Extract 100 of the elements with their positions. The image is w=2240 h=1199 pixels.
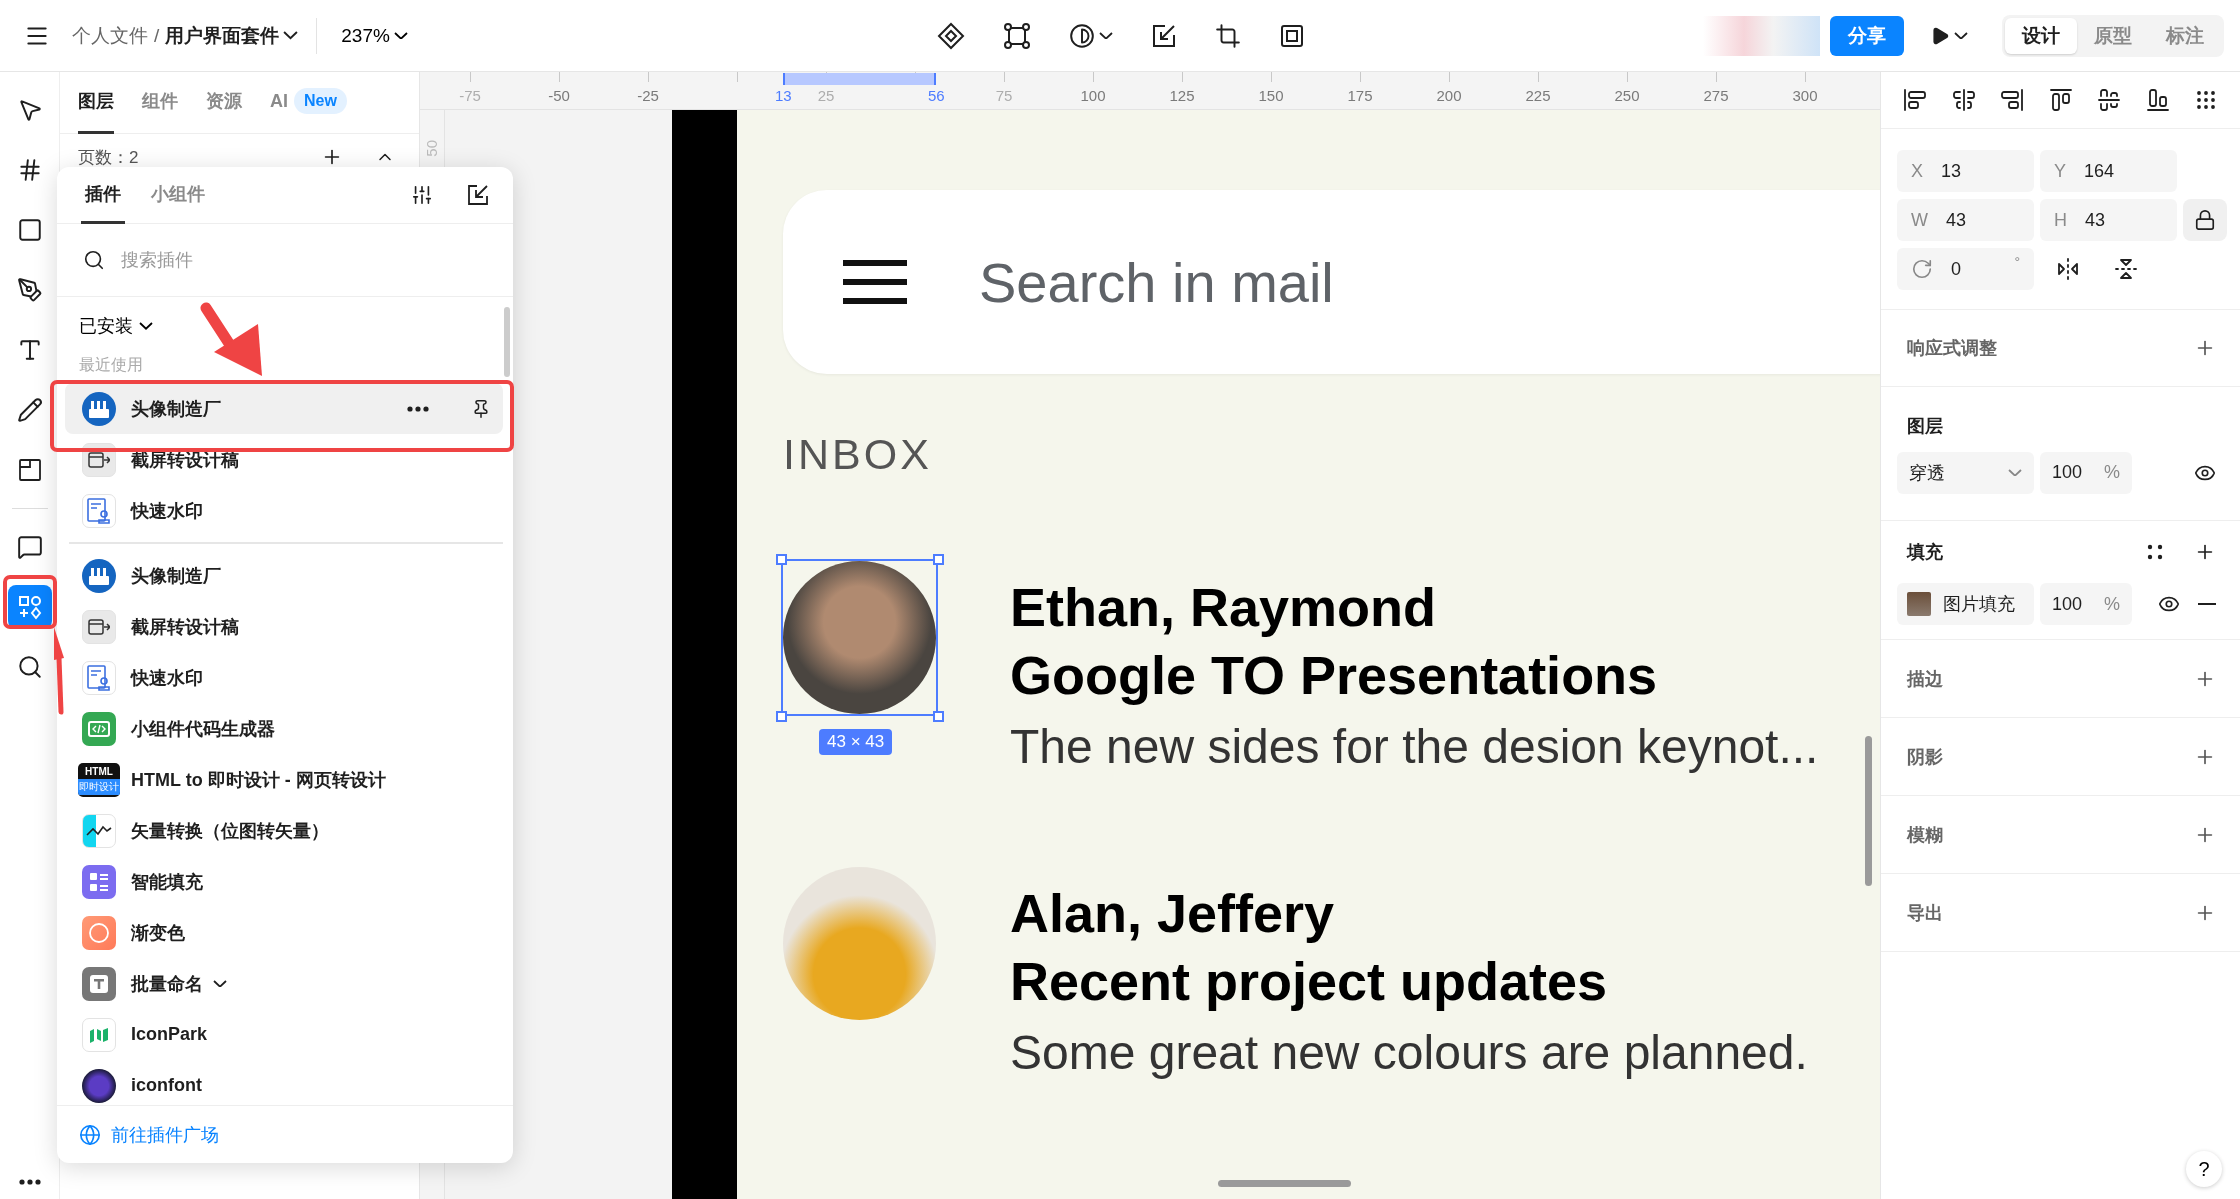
mode-tab[interactable]: 设计 [2005,17,2077,54]
position-field[interactable]: H 43 [2040,199,2177,241]
plugin-item[interactable]: 小组件代码生成器 [65,703,503,754]
lock-button[interactable] [2183,199,2227,241]
minus-icon [2198,603,2216,605]
rotate-icon [1911,258,1933,280]
plugin-item[interactable]: 头像制造厂 [65,550,503,601]
plugin-item[interactable]: 快速水印 [65,652,503,703]
section-heading: 阴影 [1907,745,1943,769]
plugin-item[interactable]: iconfont [65,1060,503,1105]
plugin-item[interactable]: IconPark [65,1009,503,1060]
opacity-field[interactable]: 100 % [2040,583,2132,625]
position-field[interactable]: Y 164 [2040,150,2177,192]
wave-icon [82,813,116,848]
opacity-field[interactable]: 100 % [2040,451,2132,494]
ruler-label: -75 [459,87,481,104]
fill-type-button[interactable]: 图片填充 [1897,583,2034,625]
share-button[interactable]: 分享 [1830,15,1904,56]
plugin-search-input[interactable]: 搜索插件 [119,248,489,272]
ruler-label: 125 [1169,87,1195,104]
section-heading: 图层 [1907,414,1943,438]
plugin-store-link[interactable]: 前往插件广场 [79,1122,219,1147]
align-right-icon [2000,88,2024,112]
ruler-label: 25 [817,87,835,104]
search-text: Search in mail [979,249,1334,315]
chevron-down-icon [1099,31,1113,40]
ruler-label: -50 [548,87,570,104]
chevron-down-icon [283,31,299,40]
breadcrumb-parent[interactable]: 个人文件 [72,22,148,49]
diamond-icon [937,21,965,50]
ruler-label: 50 [423,140,440,157]
plugins-icon [16,594,43,620]
email-sender: Ethan, Raymond [1010,576,1438,639]
section-heading: 描边 [1907,667,1943,691]
pen-icon [16,277,43,303]
new-badge: New [294,88,347,114]
screenshot-icon [82,609,116,644]
html-logo-icon: HTML 即时设计 [78,762,120,797]
popup-tab[interactable]: 插件 [81,166,125,224]
play-icon [1930,25,1950,46]
flip-horizontal-icon [2056,257,2080,281]
plugin-item[interactable]: 截屏转设计稿 [65,601,503,652]
section-heading: 导出 [1907,901,1943,925]
blend-mode-dropdown[interactable]: 穿透 [1897,451,2034,494]
file-name-dropdown[interactable]: 用户界面套件 [165,22,299,49]
ruler-label: 250 [1614,87,1640,104]
plugin-item[interactable]: 截屏转设计稿 [65,434,503,485]
plugin-item[interactable]: 头像制造厂 [65,383,503,434]
hamburger-icon [843,260,907,304]
installed-filter[interactable]: 已安装 [65,305,167,347]
collapse-icon [467,184,489,206]
plugin-item[interactable]: 渐变色 [65,907,503,958]
factory-icon [82,391,116,426]
comment-icon [16,534,43,560]
scrollbar[interactable] [1865,736,1872,886]
flip-vertical-icon [2114,257,2138,281]
image-swatch [1907,592,1931,616]
position-field[interactable]: W 43 [1897,199,2034,241]
globe-icon [79,1123,101,1146]
resize-handle[interactable] [933,711,944,722]
resize-handle[interactable] [933,554,944,565]
ruler-label: 56 [928,87,945,104]
frame-icon [1003,21,1031,50]
scrollbar[interactable] [504,307,510,377]
email-sender: Alan, Jeffery [1010,882,1336,945]
sliders-icon [411,184,433,206]
scrollbar[interactable] [1218,1180,1351,1187]
plugin-item[interactable]: 快速水印 [65,485,503,536]
plugin-item[interactable]: 矢量转换（位图转矢量） [65,805,503,856]
chevron-down-icon [213,979,227,988]
section-title: INBOX [783,429,933,480]
ruler-label: 225 [1525,87,1551,104]
align-middle-icon [2097,88,2121,112]
plugin-item[interactable]: 智能填充 [65,856,503,907]
align-left-icon [1903,88,1927,112]
section-heading: 填充 [1907,541,1943,564]
plugin-item[interactable]: 批量命名 [65,958,503,1009]
highlight-frame [3,575,57,629]
grid-list-icon [82,864,116,899]
ruler-label: 75 [995,87,1013,104]
resize-handle[interactable] [776,711,787,722]
help-button[interactable]: ? [2186,1151,2222,1187]
zoom-dropdown[interactable]: 237% [335,23,414,48]
resize-handle[interactable] [776,554,787,565]
plugin-item[interactable]: HTML 即时设计 HTML to 即时设计 - 网页转设计 [65,754,503,805]
watermark-icon [82,660,116,695]
rotation-field[interactable]: 0 ° [1897,248,2034,290]
chevron-down-icon [1954,31,1968,40]
section-icon [16,457,43,483]
distribute-icon [2194,88,2218,112]
search-icon [83,249,105,271]
panel-tab[interactable]: 图层 [78,71,114,134]
email-subject: Recent project updates [1010,950,1609,1013]
position-field[interactable]: X 13 [1897,150,2034,192]
more-icon [18,1179,41,1185]
email-subject: Google TO Presentations [1010,644,1659,707]
size-label: 43 × 43 [819,729,893,755]
ruler-label: 13 [774,87,792,104]
search-icon [16,654,43,680]
align-bottom-icon [2145,88,2170,112]
